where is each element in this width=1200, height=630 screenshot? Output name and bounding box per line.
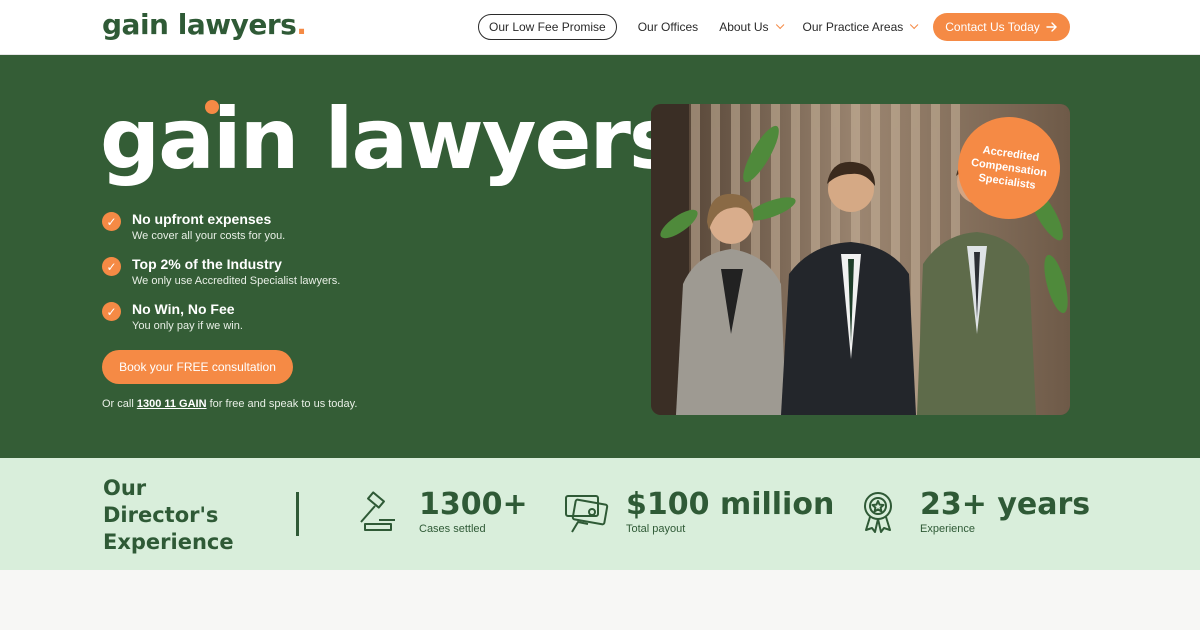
next-section	[0, 570, 1200, 630]
nav-our-offices[interactable]: Our Offices	[638, 20, 698, 34]
hero-title: gain lawyers.	[100, 97, 709, 181]
check-icon: ✓	[102, 212, 121, 231]
stat-label: Total payout	[626, 523, 686, 535]
nav-low-fee-promise[interactable]: Our Low Fee Promise	[478, 14, 617, 40]
feature-desc: We cover all your costs for you.	[132, 230, 286, 242]
feature-title: No Win, No Fee	[132, 301, 235, 317]
nav-practice-areas[interactable]: Our Practice Areas	[802, 20, 919, 34]
contact-label: Contact Us Today	[945, 20, 1040, 34]
stat-label: Experience	[920, 523, 976, 535]
stat-payout: $100 million Total payout	[562, 488, 834, 536]
stat-value: 1300+	[419, 487, 528, 522]
feature-desc: We only use Accredited Specialist lawyer…	[132, 275, 341, 287]
hero-title-text: gain lawyers	[100, 90, 679, 188]
call-suffix: for free and speak to us today.	[206, 398, 358, 410]
stats-title: Our Director's Experience	[103, 476, 234, 554]
stat-cases: 1300+ Cases settled	[355, 488, 528, 536]
stat-value: 23+ years	[920, 487, 1091, 522]
feature-item: ✓ No upfront expenses We cover all your …	[102, 210, 340, 244]
main-nav: Our Low Fee Promise Our Offices About Us…	[478, 14, 919, 40]
feature-list: ✓ No upfront expenses We cover all your …	[102, 210, 340, 345]
stat-experience: 23+ years Experience	[856, 488, 1090, 536]
site-logo[interactable]: gain lawyers.	[102, 8, 307, 41]
nav-about-us[interactable]: About Us	[719, 20, 784, 34]
feature-item: ✓ No Win, No Fee You only pay if we win.	[102, 300, 340, 334]
check-icon: ✓	[102, 257, 121, 276]
feature-title: No upfront expenses	[132, 211, 272, 227]
arrow-right-icon	[1046, 22, 1057, 32]
orange-dot-icon	[205, 100, 219, 114]
chevron-down-icon	[910, 20, 919, 30]
book-consultation-button[interactable]: Book your FREE consultation	[102, 350, 293, 384]
hero-section: gain lawyers. ✓ No upfront expenses We c…	[0, 55, 1200, 458]
feature-title: Top 2% of the Industry	[132, 256, 282, 272]
feature-desc: You only pay if we win.	[132, 320, 243, 332]
logo-text: gain lawyers	[102, 8, 297, 41]
stats-divider	[296, 492, 299, 536]
gavel-icon	[360, 491, 395, 531]
contact-us-button[interactable]: Contact Us Today	[933, 13, 1070, 41]
phone-link[interactable]: 1300 11 GAIN	[137, 398, 207, 410]
award-icon	[864, 492, 892, 533]
nav-label: Our Low Fee Promise	[489, 20, 606, 34]
stat-label: Cases settled	[419, 523, 486, 535]
nav-label: About Us	[719, 20, 769, 34]
nav-label: Our Offices	[637, 20, 699, 34]
stat-value: $100 million	[626, 487, 835, 522]
nav-label: Our Practice Areas	[802, 20, 904, 34]
call-prefix: Or call	[102, 398, 137, 410]
payment-icon	[565, 495, 609, 533]
call-line: Or call 1300 11 GAIN for free and speak …	[102, 398, 357, 410]
check-icon: ✓	[102, 302, 121, 321]
logo-dot: .	[296, 8, 307, 41]
book-label: Book your FREE consultation	[119, 360, 276, 374]
site-header: gain lawyers. Our Low Fee Promise Our Of…	[0, 0, 1200, 55]
badge-text: Accredited Compensation Specialists	[970, 144, 1048, 192]
feature-item: ✓ Top 2% of the Industry We only use Acc…	[102, 255, 340, 289]
chevron-down-icon	[775, 20, 784, 30]
stats-section: Our Director's Experience 1300+ Cases se…	[0, 458, 1200, 570]
